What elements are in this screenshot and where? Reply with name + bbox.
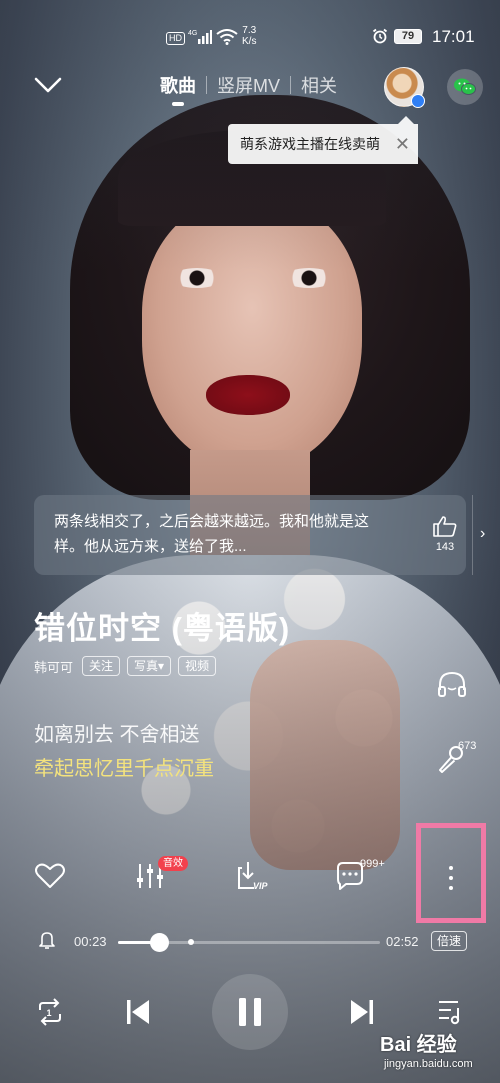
wechat-icon bbox=[454, 78, 476, 95]
close-icon[interactable]: ✕ bbox=[395, 124, 410, 164]
effect-badge: 音效 bbox=[158, 856, 188, 871]
svg-text:4G: 4G bbox=[188, 30, 197, 37]
live-streamer-avatar[interactable] bbox=[384, 67, 425, 108]
playlist-icon[interactable] bbox=[436, 998, 466, 1026]
progress-knob[interactable] bbox=[149, 933, 169, 952]
progress-slider[interactable] bbox=[118, 933, 380, 952]
live-badge-icon bbox=[411, 94, 425, 108]
total-time: 02:52 bbox=[386, 934, 419, 949]
artist-name[interactable]: 韩可可 bbox=[34, 657, 73, 676]
bell-icon[interactable] bbox=[38, 930, 56, 950]
svg-text:VIP: VIP bbox=[253, 881, 269, 891]
comment-count: 999+ bbox=[360, 858, 385, 870]
previous-track-icon[interactable] bbox=[124, 996, 152, 1028]
current-time: 00:23 bbox=[74, 934, 107, 949]
comment-text: 两条线相交了，之后会越来越远。我和他就是这样。他从远方来，送给了我... bbox=[54, 513, 370, 555]
top-tabs: 歌曲 竖屏MV 相关 bbox=[150, 72, 347, 106]
chevron-right-icon[interactable]: › bbox=[480, 525, 485, 543]
collapse-chevron-icon[interactable] bbox=[34, 76, 62, 94]
vip-download-icon[interactable]: VIP bbox=[234, 858, 270, 894]
baidu-watermark: Bai 经验 bbox=[380, 1034, 457, 1056]
song-title: 错位时空 (粤语版) bbox=[34, 611, 291, 646]
tab-vertical-mv[interactable]: 竖屏MV bbox=[207, 72, 290, 102]
playback-speed-button[interactable]: 倍速 bbox=[431, 931, 468, 951]
repeat-one-icon[interactable]: 1 bbox=[34, 998, 66, 1026]
lyric-current-line[interactable]: 如离别去 不舍相送 bbox=[34, 718, 200, 747]
tab-song[interactable]: 歌曲 bbox=[150, 72, 206, 106]
headphones-icon[interactable] bbox=[435, 668, 469, 702]
sing-count: 673 bbox=[458, 740, 477, 752]
battery-indicator: 79 bbox=[394, 29, 422, 44]
hot-comment-card[interactable]: 两条线相交了，之后会越来越远。我和他就是这样。他从远方来，送给了我... 143… bbox=[34, 495, 485, 575]
tab-related[interactable]: 相关 bbox=[291, 72, 347, 102]
clock: 17:01 bbox=[432, 27, 475, 46]
heart-icon[interactable] bbox=[32, 858, 68, 894]
svg-text:1: 1 bbox=[47, 1008, 52, 1018]
network-speed: 7.3 K/s bbox=[242, 25, 257, 47]
streamer-tooltip[interactable]: 萌系游戏主播在线卖萌 ✕ bbox=[228, 124, 418, 164]
hd-indicator: HD bbox=[166, 32, 185, 45]
status-bar: HD 4G 7.3 K/s 79 17:01 bbox=[0, 0, 500, 60]
wechat-share-button[interactable] bbox=[447, 69, 483, 105]
active-tab-indicator bbox=[172, 102, 184, 106]
lyric-highlight-line[interactable]: 牵起思忆里千点沉重 bbox=[34, 752, 214, 781]
comment-like-count: 143 bbox=[435, 541, 455, 553]
song-meta: 韩可可 关注 写真▾ 视频 bbox=[34, 656, 217, 676]
photos-button[interactable]: 写真▾ bbox=[127, 656, 172, 676]
next-track-icon[interactable] bbox=[348, 996, 376, 1028]
pause-icon bbox=[239, 998, 261, 1026]
play-pause-button[interactable] bbox=[212, 974, 288, 1050]
video-button[interactable]: 视频 bbox=[178, 656, 217, 676]
signal-icon: 4G bbox=[188, 30, 212, 44]
baidu-watermark-url: jingyan.baidu.com bbox=[384, 1058, 473, 1070]
tooltip-text: 萌系游戏主播在线卖萌 bbox=[240, 136, 380, 152]
alarm-icon bbox=[372, 28, 388, 44]
more-button-highlight-box bbox=[416, 823, 486, 923]
thumbs-up-icon[interactable] bbox=[432, 515, 458, 537]
follow-button[interactable]: 关注 bbox=[82, 656, 121, 676]
wifi-icon bbox=[216, 29, 238, 45]
